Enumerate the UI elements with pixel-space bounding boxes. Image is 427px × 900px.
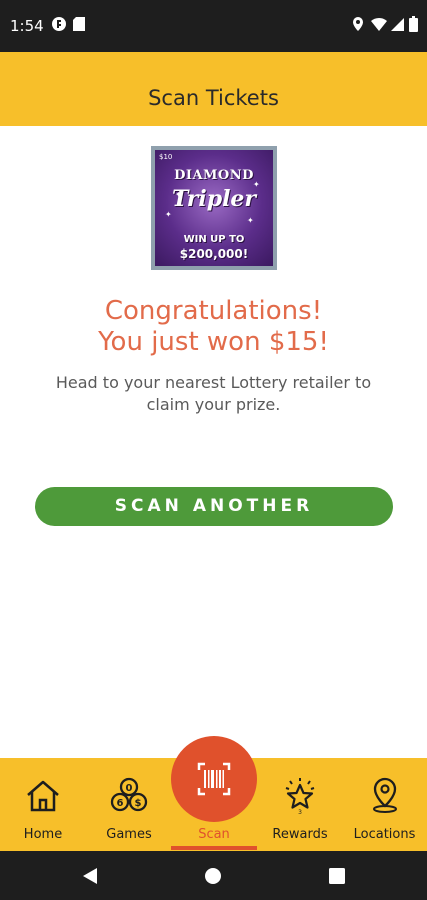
location-pin-icon [372, 777, 397, 813]
nav-label-home: Home [23, 827, 63, 842]
page-title: Scan Tickets [148, 86, 279, 110]
battery-icon [409, 16, 418, 37]
svg-text:0: 0 [126, 783, 133, 794]
nav-item-scan[interactable]: Scan [171, 736, 257, 851]
system-nav-bar [0, 851, 427, 900]
signal-icon [391, 16, 405, 37]
congrats-heading: Congratulations! [104, 296, 323, 326]
location-icon [352, 16, 364, 37]
home-circle-icon[interactable] [205, 868, 221, 889]
scan-active-indicator [171, 846, 257, 850]
nav-label-locations: Locations [353, 827, 416, 842]
barcode-scan-icon [197, 762, 231, 796]
ticket-artwork: $10 ✦ ✦ ✦ ✦ DIAMOND Tripler WIN UP TO $2… [155, 150, 273, 266]
nav-item-games[interactable]: 0 6 $ Games [86, 758, 172, 851]
claim-instruction: Head to your nearest Lottery retailer to… [55, 373, 372, 414]
app-header: Scan Tickets [0, 52, 427, 126]
status-bar: 1:54 [0, 0, 427, 52]
ticket-win-line2: $200,000! [179, 247, 249, 261]
nav-item-home[interactable]: Home [0, 758, 86, 851]
nav-item-locations[interactable]: Locations [342, 758, 427, 851]
nav-item-rewards[interactable]: 3 Rewards [257, 758, 343, 851]
scan-button-circle[interactable] [171, 736, 257, 822]
wifi-icon [370, 16, 388, 37]
ticket-title-line2: Tripler [171, 186, 257, 212]
svg-text:$: $ [135, 798, 142, 809]
svg-text:6: 6 [117, 798, 124, 809]
nav-label-rewards: Rewards [272, 827, 328, 842]
rewards-star-icon: 3 [285, 778, 315, 816]
nav-label-scan: Scan [198, 827, 230, 842]
recents-icon[interactable] [329, 868, 345, 889]
nav-label-games: Games [106, 827, 152, 842]
back-icon[interactable] [82, 867, 98, 890]
ticket-title-line1: DIAMOND [174, 168, 254, 183]
games-icon: 0 6 $ [110, 777, 148, 812]
status-time: 1:54 [10, 17, 44, 35]
sd-card-icon [72, 16, 86, 37]
scan-another-button[interactable]: SCAN ANOTHER [35, 487, 393, 526]
home-icon [27, 780, 59, 812]
ticket-image: $10 ✦ ✦ ✦ ✦ DIAMOND Tripler WIN UP TO $2… [151, 146, 277, 270]
notification-app-icon [51, 16, 67, 37]
ticket-win-line1: WIN UP TO [183, 234, 245, 245]
svg-text:3: 3 [298, 809, 302, 816]
ticket-price: $10 [159, 153, 173, 161]
win-amount-text: You just won $15! [98, 327, 329, 357]
bottom-nav: Home 0 6 $ Games Scan 3 Rewards Location… [0, 736, 427, 851]
